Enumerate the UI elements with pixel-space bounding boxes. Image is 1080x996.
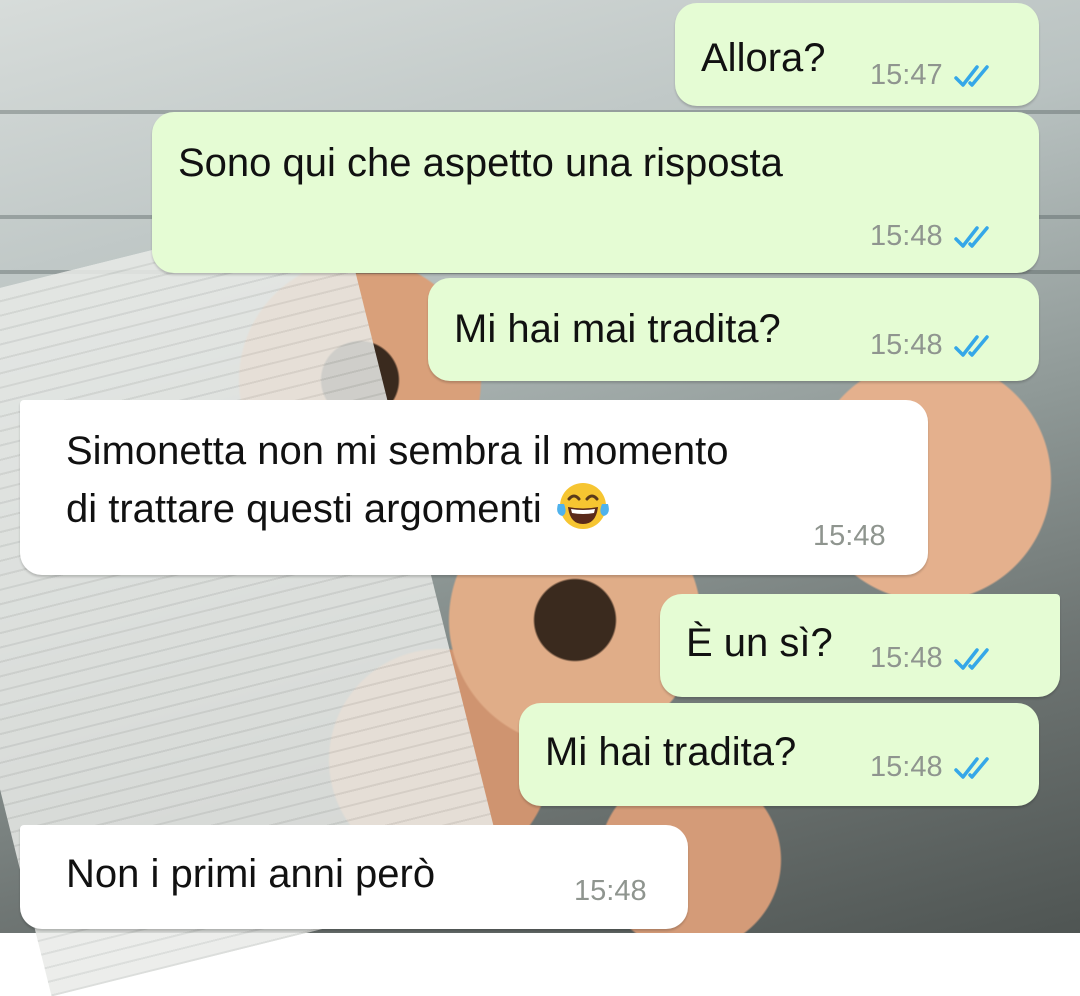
message-meta: 15:48: [574, 875, 647, 908]
message-bubble-outgoing[interactable]: È un sì? 15:48: [660, 594, 1060, 697]
message-time: 15:48: [813, 520, 886, 552]
message-meta: 15:48: [870, 220, 995, 253]
laughing-tears-emoji-icon: [556, 483, 609, 529]
double-check-icon: [953, 756, 989, 779]
double-check-icon: [953, 225, 989, 248]
message-bubble-outgoing[interactable]: Allora? 15:47: [675, 3, 1039, 106]
message-text: Non i primi anni però: [66, 852, 436, 896]
double-check-icon: [953, 647, 989, 670]
message-text: Sono qui che aspetto una risposta: [178, 141, 783, 185]
message-time: 15:47: [870, 59, 943, 91]
message-bubble-incoming[interactable]: Simonetta non mi sembra il momento di tr…: [20, 400, 928, 575]
message-bubble-incoming[interactable]: Non i primi anni però 15:48: [20, 825, 688, 929]
message-text: Allora?: [701, 36, 826, 80]
message-bubble-outgoing[interactable]: Mi hai tradita? 15:48: [519, 703, 1039, 806]
message-time: 15:48: [870, 751, 943, 783]
message-text: È un sì?: [686, 621, 833, 665]
message-time: 15:48: [870, 642, 943, 674]
message-meta: 15:48: [870, 642, 995, 675]
message-text: Mi hai mai tradita?: [454, 307, 781, 351]
message-text: Mi hai tradita?: [545, 730, 797, 774]
message-line-2: di trattare questi argomenti: [66, 480, 729, 538]
message-meta: 15:48: [813, 520, 886, 553]
message-time: 15:48: [870, 220, 943, 252]
message-time: 15:48: [870, 329, 943, 361]
message-text-block: Simonetta non mi sembra il momento di tr…: [66, 422, 729, 538]
message-meta: 15:48: [870, 751, 995, 784]
message-meta: 15:48: [870, 329, 995, 362]
message-time: 15:48: [574, 875, 647, 907]
message-line: di trattare questi argomenti: [66, 487, 542, 531]
message-bubble-outgoing[interactable]: Mi hai mai tradita? 15:48: [428, 278, 1039, 381]
message-meta: 15:47: [870, 59, 995, 92]
double-check-icon: [953, 334, 989, 357]
double-check-icon: [953, 64, 989, 87]
message-line: Simonetta non mi sembra il momento: [66, 429, 729, 473]
message-bubble-outgoing[interactable]: Sono qui che aspetto una risposta 15:48: [152, 112, 1039, 273]
